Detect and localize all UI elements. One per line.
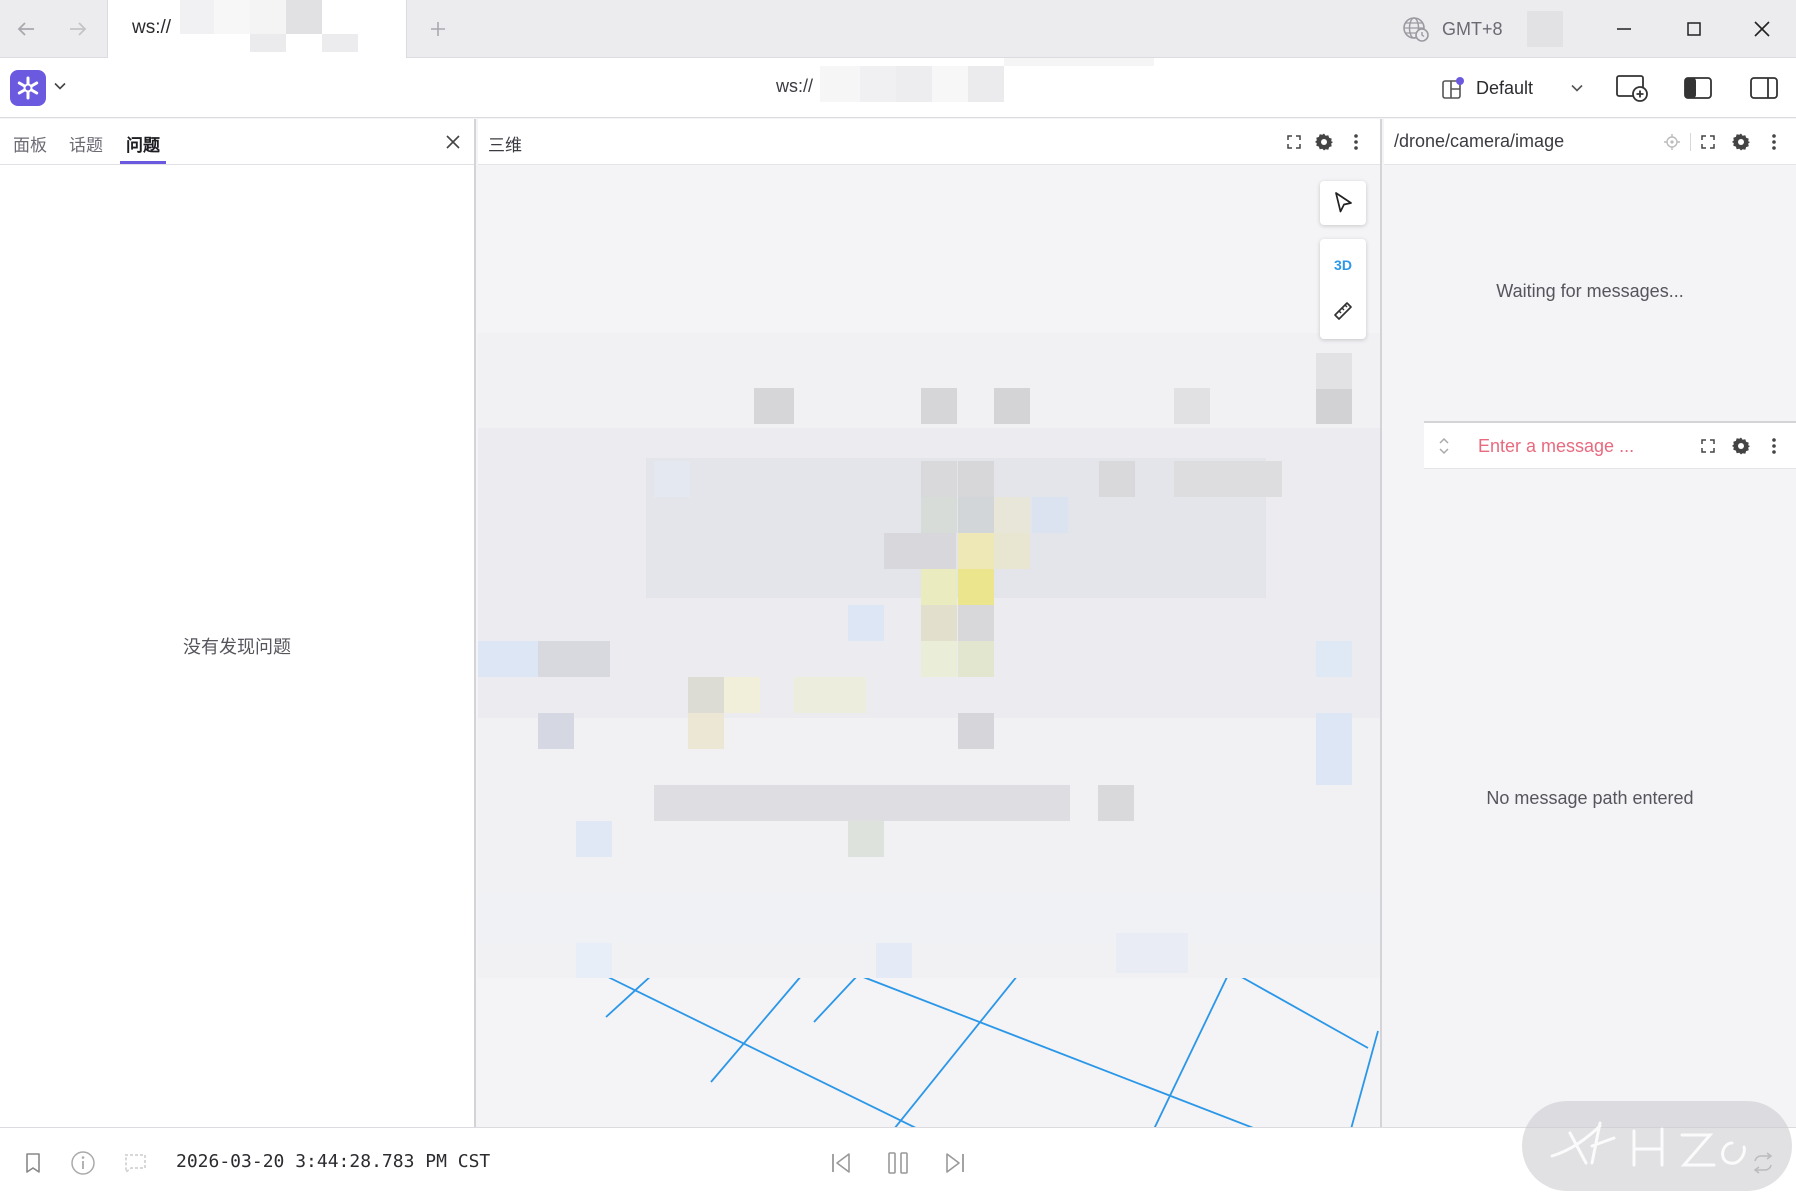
seek-backward-button[interactable] — [826, 1148, 856, 1178]
plus-icon — [431, 22, 445, 36]
bookmark-icon — [26, 1153, 40, 1173]
add-panel-button[interactable] — [1614, 70, 1650, 106]
forward-button[interactable] — [60, 11, 96, 47]
timezone-label: GMT+8 — [1442, 18, 1503, 39]
fullscreen-button[interactable] — [1696, 130, 1720, 154]
title-bar: ws:// GMT+8 — [0, 0, 1796, 58]
cursor-icon — [1335, 192, 1352, 213]
close-icon — [1754, 21, 1770, 37]
arrow-left-icon — [17, 22, 34, 36]
more-vertical-icon — [1772, 134, 1776, 150]
close-sidebar-button[interactable] — [440, 129, 466, 155]
arrow-right-icon — [70, 22, 87, 36]
app-toolbar: ws:// Default — [0, 58, 1796, 118]
tab-panels[interactable]: 面板 — [13, 131, 47, 156]
right-sidebar-toggle-icon — [1750, 77, 1778, 99]
view-tools: 3D — [1320, 239, 1366, 339]
redacted-region — [1526, 11, 1563, 47]
info-icon — [71, 1151, 95, 1175]
panel-menu-button[interactable] — [1762, 434, 1786, 458]
expand-collapse-button[interactable] — [1432, 434, 1456, 458]
layout-select[interactable]: Default — [1440, 70, 1585, 106]
seek-forward-button[interactable] — [940, 1148, 970, 1178]
active-tab-indicator — [120, 161, 166, 164]
seek-backward-icon — [832, 1153, 850, 1173]
panel-image[interactable]: /drone/camera/image Waiting for messages… — [1384, 119, 1796, 419]
add-panel-icon — [1616, 75, 1648, 102]
panel-settings-button[interactable] — [1729, 130, 1753, 154]
maximize-button[interactable] — [1674, 11, 1714, 47]
info-button[interactable] — [68, 1148, 98, 1178]
fullscreen-icon — [1701, 135, 1715, 149]
panel-header — [1424, 423, 1796, 469]
foxglove-logo-icon — [17, 76, 39, 100]
close-window-button[interactable] — [1742, 11, 1782, 47]
waiting-message: Waiting for messages... — [1496, 281, 1684, 301]
globe-clock-icon — [1403, 17, 1429, 42]
panel-settings-button[interactable] — [1729, 434, 1753, 458]
connection-url: ws:// — [776, 76, 814, 96]
back-button[interactable] — [8, 11, 44, 47]
minimize-icon — [1617, 28, 1631, 30]
layout-icon — [1442, 77, 1464, 99]
gear-icon — [1732, 133, 1750, 151]
playback-timestamp[interactable]: 2026-03-20 3:44:28.783 PM CST — [176, 1151, 490, 1172]
watermark — [1522, 1101, 1792, 1191]
tab-topics[interactable]: 话题 — [69, 131, 103, 156]
fullscreen-button[interactable] — [1696, 434, 1720, 458]
image-topic-title[interactable]: /drone/camera/image — [1394, 131, 1564, 152]
chat-icon — [125, 1154, 146, 1174]
redacted-region — [820, 58, 1156, 108]
fullscreen-icon — [1701, 439, 1715, 453]
no-path-message: No message path entered — [1486, 788, 1694, 808]
sidebar-tabs: 面板 话题 问题 — [0, 119, 474, 165]
maximize-icon — [1687, 22, 1701, 36]
timezone-indicator[interactable]: GMT+8 — [1402, 11, 1563, 47]
close-icon — [446, 135, 460, 149]
panel-header: /drone/camera/image — [1384, 119, 1796, 165]
tab-problems[interactable]: 问题 — [126, 131, 160, 156]
right-sidebar-toggle[interactable] — [1746, 70, 1782, 106]
divider — [1690, 133, 1691, 151]
panel-3d[interactable]: 三维 3D — [478, 119, 1382, 1127]
message-button[interactable] — [120, 1148, 150, 1178]
seek-forward-icon — [946, 1153, 964, 1173]
select-tool-button[interactable] — [1320, 181, 1366, 225]
left-sidebar-toggle[interactable] — [1680, 70, 1716, 106]
toggle-3d-button[interactable]: 3D — [1320, 247, 1366, 283]
left-sidebar-toggle-icon — [1684, 77, 1712, 99]
panel-raw-messages[interactable]: No message path entered — [1424, 421, 1796, 1127]
redacted-region — [478, 333, 1380, 978]
chevron-up-down-icon — [1439, 437, 1449, 455]
left-sidebar: 面板 话题 问题 没有发现问题 — [0, 119, 476, 1127]
more-vertical-icon — [1772, 438, 1776, 454]
sync-button[interactable] — [1660, 130, 1684, 154]
ruler-icon — [1334, 302, 1352, 320]
bookmark-button[interactable] — [18, 1148, 48, 1178]
pause-icon — [888, 1152, 908, 1174]
gear-icon — [1732, 437, 1750, 455]
empty-problems-message: 没有发现问题 — [183, 637, 291, 657]
tab-label: ws:// — [132, 17, 172, 38]
new-tab-button[interactable] — [420, 11, 456, 47]
panel-menu-button[interactable] — [1762, 130, 1786, 154]
measure-tool-button[interactable] — [1320, 291, 1366, 331]
crosshair-icon — [1664, 134, 1680, 150]
chevron-down-icon — [1571, 84, 1583, 92]
app-menu-button[interactable] — [10, 70, 46, 106]
redacted-region — [180, 0, 360, 52]
chevron-down-icon[interactable] — [52, 78, 68, 94]
layout-name: Default — [1476, 77, 1534, 98]
pause-button[interactable] — [883, 1148, 913, 1178]
tab-connection[interactable]: ws:// — [107, 0, 407, 58]
minimize-button[interactable] — [1604, 11, 1644, 47]
message-path-input[interactable] — [1478, 433, 1648, 459]
